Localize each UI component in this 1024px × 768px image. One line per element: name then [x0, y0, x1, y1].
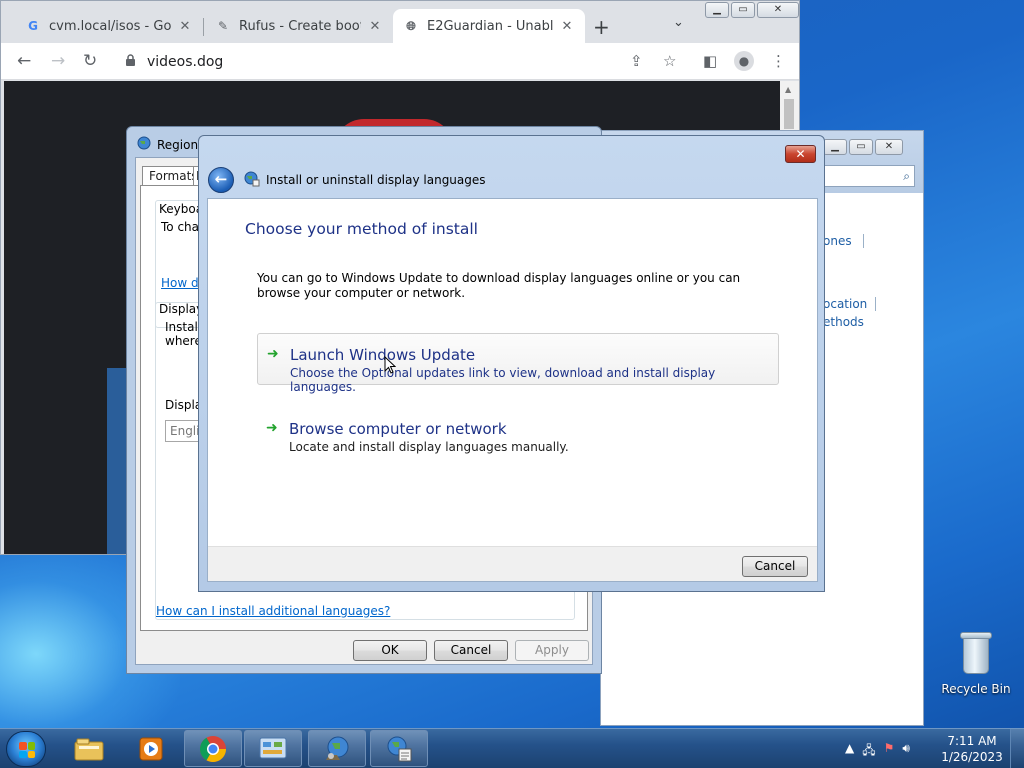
globe-icon — [137, 136, 151, 153]
keyboards-help-link[interactable]: How d — [161, 276, 199, 290]
minimize-button[interactable]: ▁ — [705, 2, 729, 18]
close-tab-icon[interactable]: ✕ — [367, 19, 383, 34]
cp-link-timezones[interactable]: ones — [823, 234, 852, 248]
maximize-button[interactable]: ▭ — [731, 2, 755, 18]
volume-icon[interactable]: 🔊︎ — [902, 741, 910, 762]
bookmark-star-icon[interactable]: ☆ — [663, 52, 676, 70]
green-arrow-icon: ➜ — [267, 346, 279, 362]
install-additional-languages-link[interactable]: How can I install additional languages? — [156, 604, 390, 618]
system-tray: ▲ 🖧︎ ⚑ 🔊︎ — [845, 741, 910, 762]
new-tab-button[interactable]: + — [593, 15, 610, 39]
globe-icon: 🌐︎ — [406, 18, 416, 33]
mouse-cursor-icon — [384, 355, 397, 374]
media-player-icon[interactable] — [122, 730, 180, 767]
close-dialog-button[interactable]: ✕ — [785, 145, 816, 163]
tab-label: cvm.local/isos - Google — [49, 18, 171, 34]
system-clock[interactable]: 7:11 AM 1/26/2023 — [940, 733, 1004, 765]
dialog-title: Install or uninstall display languages — [266, 173, 486, 187]
option-subtitle: Choose the Optional updates link to view… — [290, 366, 716, 394]
keyboards-heading: Keyboa — [159, 202, 204, 216]
minimize-button[interactable]: ▁ — [823, 139, 847, 155]
control-panel-icon[interactable] — [244, 730, 302, 767]
region-icon[interactable] — [308, 730, 366, 767]
more-menu-icon[interactable]: ⋮ — [771, 52, 786, 70]
show-desktop-button[interactable] — [1010, 729, 1024, 768]
window-controls: ▁ ▭ ✕ — [705, 2, 799, 19]
close-tab-icon[interactable]: ✕ — [177, 19, 193, 34]
tab-label: E2Guardian - Unable to — [427, 18, 553, 34]
dialog-footer: Cancel — [208, 546, 817, 581]
cancel-button[interactable]: Cancel — [742, 556, 808, 577]
action-center-flag-icon[interactable]: ⚑ — [884, 741, 895, 762]
search-icon: ⌕ — [903, 169, 910, 183]
start-button[interactable] — [6, 731, 46, 767]
green-arrow-icon: ➜ — [266, 420, 278, 436]
install-languages-dialog: ✕ ← Install or uninstall display languag… — [198, 135, 825, 592]
close-tab-icon[interactable]: ✕ — [559, 19, 575, 34]
launch-windows-update-option[interactable]: ➜ Launch Windows Update Choose the Optio… — [257, 333, 779, 394]
tab-strip: G cvm.local/isos - Google ✕ ✎ Rufus - Cr… — [1, 1, 799, 43]
clock-date: 1/26/2023 — [941, 750, 1003, 764]
share-icon[interactable]: ⇪ — [630, 52, 643, 70]
tab-cvm-isos[interactable]: G cvm.local/isos - Google ✕ — [15, 9, 203, 43]
option-subtitle: Locate and install display languages man… — [289, 440, 569, 454]
option-title: Launch Windows Update — [290, 346, 476, 364]
recycle-bin-icon — [958, 630, 994, 676]
back-arrow-icon[interactable]: ← — [208, 167, 234, 193]
google-icon: G — [28, 19, 38, 33]
browser-toolbar: ← → ↻ videos.dog ⇪ ☆ ◧ ● ⋮ — [1, 43, 799, 80]
close-window-button[interactable]: ✕ — [875, 139, 903, 155]
keyboards-text: To cha — [161, 220, 200, 234]
page-heading: Choose your method of install — [245, 220, 478, 238]
language-install-icon[interactable] — [370, 730, 428, 767]
maximize-button[interactable]: ▭ — [849, 139, 873, 155]
browse-computer-option[interactable]: ➜ Browse computer or network Locate and … — [257, 408, 779, 460]
explorer-icon[interactable] — [60, 730, 118, 767]
back-arrow-icon[interactable]: ← — [17, 51, 31, 71]
display-language-heading: Display — [159, 302, 204, 316]
taskbar: ▲ 🖧︎ ⚑ 🔊︎ 7:11 AM 1/26/2023 — [0, 728, 1024, 768]
window-controls: ▁ ▭ ✕ — [823, 139, 903, 156]
network-icon[interactable]: 🖧︎ — [862, 741, 875, 762]
tab-e2guardian[interactable]: 🌐︎ E2Guardian - Unable to ✕ — [393, 9, 585, 43]
recycle-bin-label: Recycle Bin — [941, 682, 1011, 696]
install-dialog-body: Choose your method of install You can go… — [207, 198, 818, 582]
recycle-bin-shortcut[interactable]: Recycle Bin — [940, 630, 1012, 696]
pen-icon: ✎ — [217, 19, 229, 33]
tab-rufus[interactable]: ✎ Rufus - Create bootable ✕ — [205, 9, 393, 43]
apply-button[interactable]: Apply — [515, 640, 589, 661]
search-control-panel-input[interactable]: ⌕ — [823, 165, 915, 187]
cancel-button[interactable]: Cancel — [434, 640, 508, 661]
display-text-line2: where — [165, 334, 202, 348]
lock-icon — [125, 53, 139, 71]
cp-link-input-methods[interactable]: ethods — [823, 315, 864, 329]
display-text-line1: Install — [165, 320, 202, 334]
clock-time: 7:11 AM — [947, 734, 997, 748]
tab-search-chevron-icon[interactable]: ⌄ — [673, 15, 684, 30]
chrome-icon[interactable] — [184, 730, 242, 767]
show-hidden-icons-chevron-icon[interactable]: ▲ — [845, 741, 854, 762]
install-description: You can go to Windows Update to download… — [257, 271, 741, 300]
ok-button[interactable]: OK — [353, 640, 427, 661]
display-language-label: Displa — [165, 398, 203, 412]
profile-avatar-icon[interactable]: ● — [734, 51, 754, 71]
language-globe-icon — [244, 171, 260, 187]
address-bar[interactable]: videos.dog — [111, 47, 651, 77]
option-title: Browse computer or network — [289, 420, 507, 438]
url-text: videos.dog — [147, 54, 224, 70]
cp-link-location[interactable]: ocation — [823, 297, 867, 311]
forward-arrow-icon[interactable]: → — [51, 51, 65, 71]
close-window-button[interactable]: ✕ — [757, 2, 799, 18]
reload-icon[interactable]: ↻ — [83, 51, 97, 71]
tab-label: Rufus - Create bootable — [239, 18, 361, 34]
windows-logo-icon — [19, 742, 35, 758]
side-panel-icon[interactable]: ◧ — [703, 52, 717, 70]
